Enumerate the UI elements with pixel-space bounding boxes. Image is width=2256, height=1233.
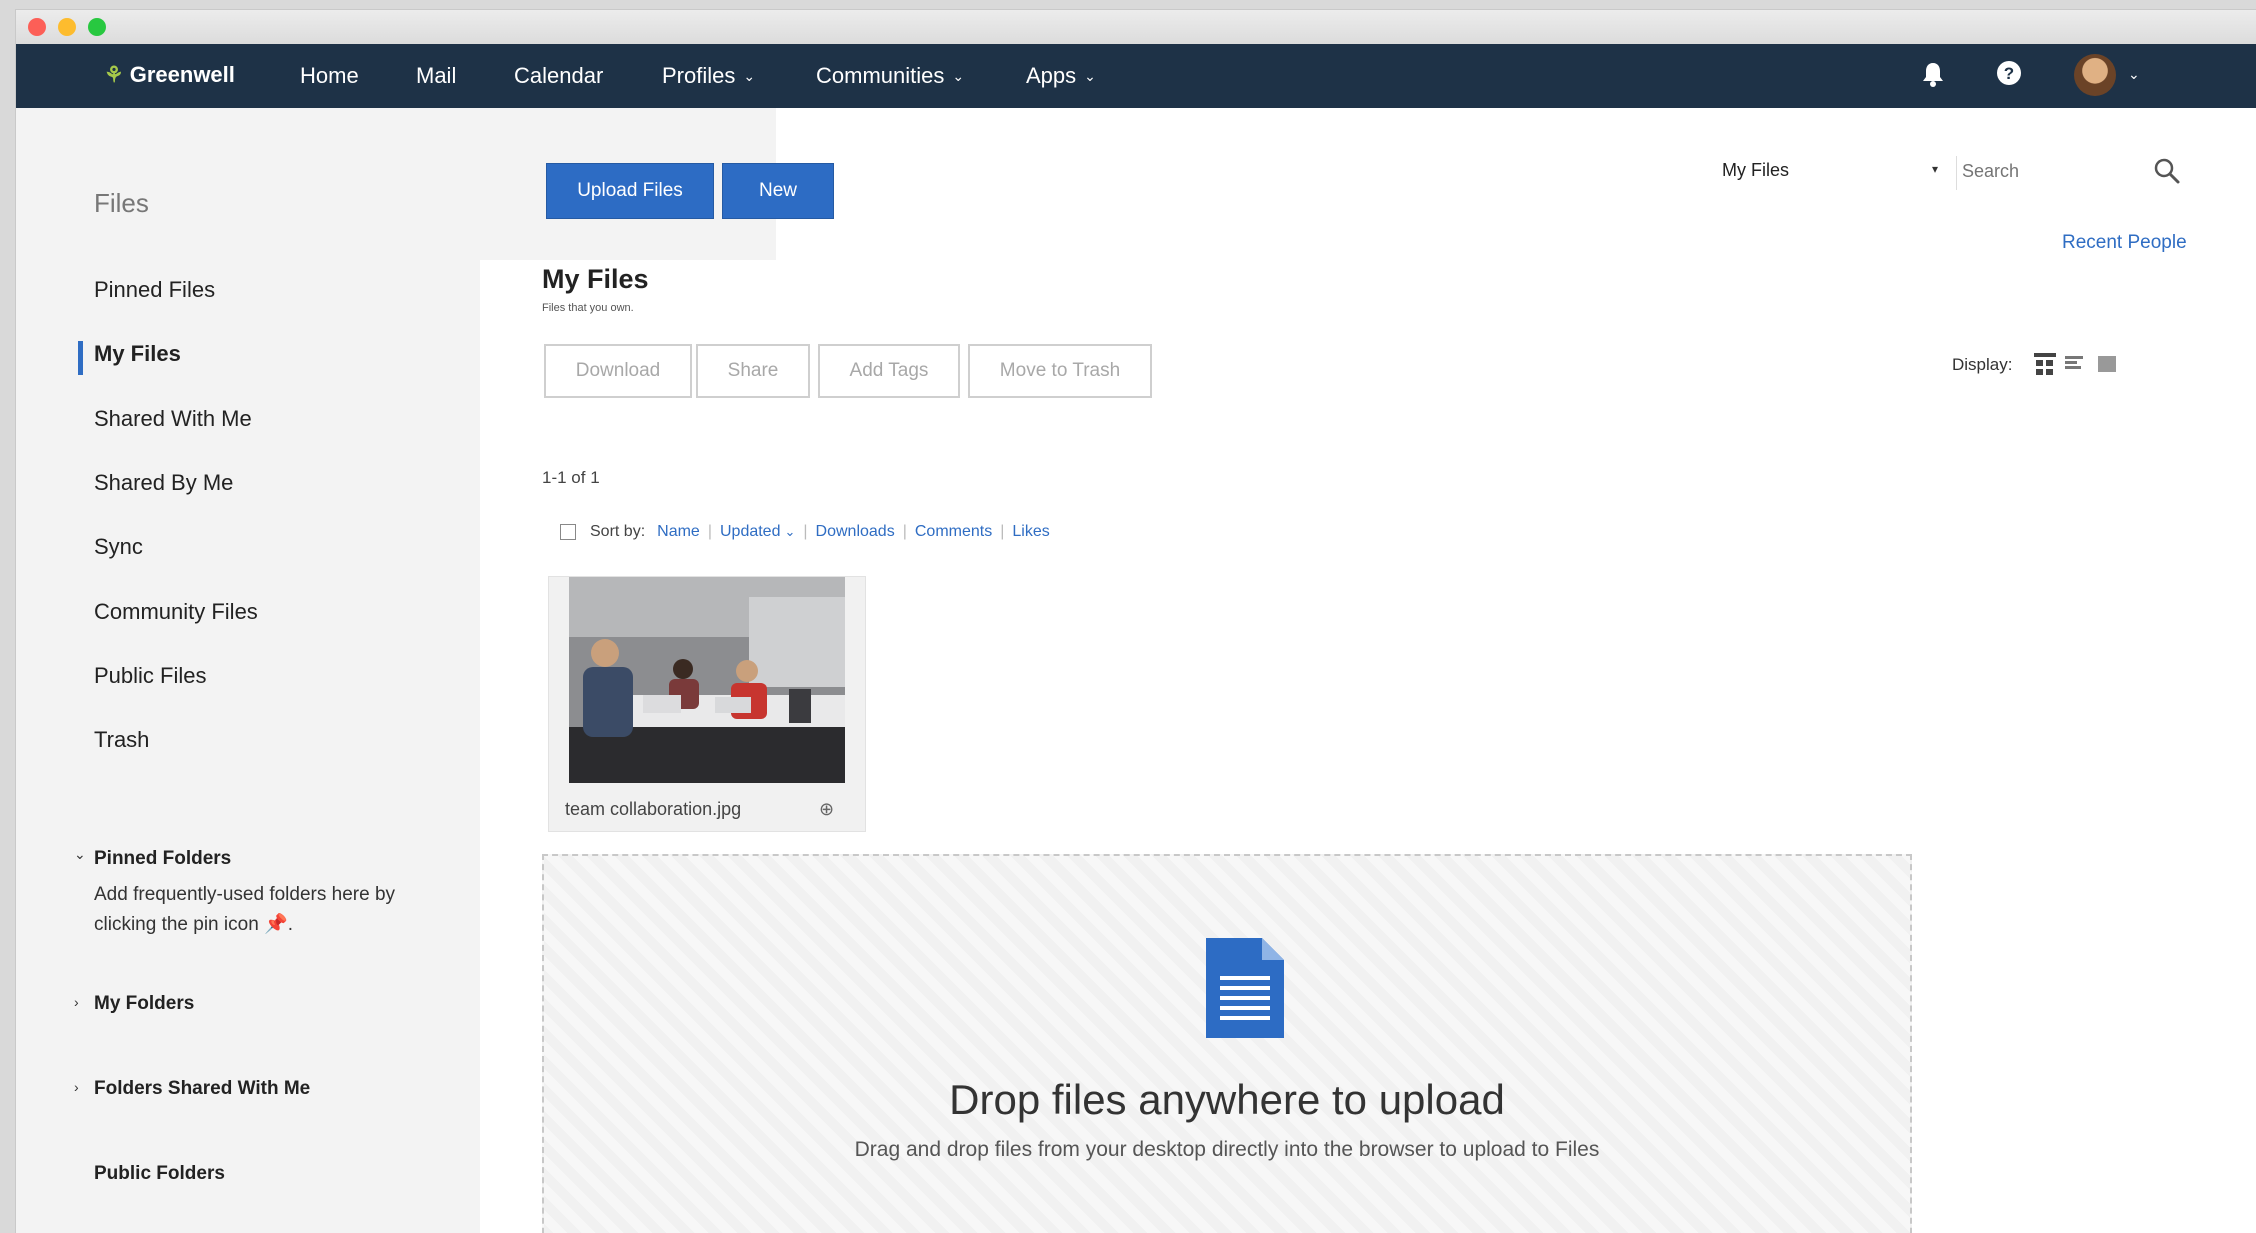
sidebar-item-community-files[interactable]: Community Files <box>94 599 258 625</box>
nav-item-home[interactable]: Home <box>300 63 359 89</box>
nav-item-label: Home <box>300 63 359 88</box>
chevron-right-icon[interactable]: › <box>74 1079 79 1095</box>
drop-zone-subtitle: Drag and drop files from your desktop di… <box>854 1138 1600 1161</box>
chevron-down-icon[interactable]: ⌄ <box>2128 66 2140 83</box>
svg-text:?: ? <box>2004 64 2014 83</box>
search-input[interactable] <box>1960 160 2134 183</box>
select-all-checkbox[interactable] <box>560 524 576 540</box>
result-count: 1-1 of 1 <box>542 468 600 487</box>
sort-separator: | <box>803 523 808 540</box>
pin-icon: 📌 <box>264 914 288 935</box>
sort-by-updated[interactable]: Updated <box>720 523 781 541</box>
list-view-icon[interactable] <box>2096 350 2118 381</box>
sort-bar: Sort by: Name | Updated ⌄ | Downloads | … <box>560 523 1050 541</box>
chevron-down-icon: ⌄ <box>743 68 756 84</box>
page-title: My Files <box>542 264 649 294</box>
sidebar-item-shared-by-me[interactable]: Shared By Me <box>94 470 233 496</box>
nav-item-apps[interactable]: Apps ⌄ <box>1026 63 1096 89</box>
file-tile[interactable]: team collaboration.jpg ⊕ <box>548 576 866 832</box>
active-indicator <box>78 341 83 375</box>
nav-item-label: Apps <box>1026 63 1077 88</box>
sidebar-item-pinned-files[interactable]: Pinned Files <box>94 277 215 303</box>
search-icon[interactable] <box>2152 156 2182 191</box>
display-label: Display: <box>1952 355 2013 374</box>
user-avatar[interactable] <box>2074 54 2116 96</box>
nav-item-label: Communities <box>816 63 945 88</box>
zoom-window-button[interactable] <box>88 18 106 36</box>
bell-icon[interactable] <box>1920 60 1946 95</box>
brand-name: Greenwell <box>129 62 235 87</box>
nav-item-label: Profiles <box>662 63 736 88</box>
sort-by-comments[interactable]: Comments <box>915 523 992 541</box>
file-name[interactable]: team collaboration.jpg <box>565 799 741 820</box>
file-thumbnail[interactable] <box>569 577 845 783</box>
sidebar-item-trash[interactable]: Trash <box>94 727 149 753</box>
page-subtitle: Files that you own. <box>542 302 634 314</box>
chevron-down-icon: ⌄ <box>1084 68 1096 84</box>
caret-down-icon[interactable]: ▾ <box>1932 162 1938 176</box>
sidebar-title: Files <box>94 188 149 218</box>
share-button[interactable]: Share <box>696 344 810 398</box>
minimize-window-button[interactable] <box>58 18 76 36</box>
public-folders-heading[interactable]: Public Folders <box>94 1163 225 1185</box>
chevron-right-icon[interactable]: › <box>74 994 79 1010</box>
note-text: clicking the pin icon <box>94 914 259 935</box>
drop-zone[interactable]: Drop files anywhere to upload Drag and d… <box>542 854 1912 1233</box>
nav-item-profiles[interactable]: Profiles ⌄ <box>662 63 755 89</box>
nav-item-label: Calendar <box>514 63 604 88</box>
window-titlebar <box>16 10 2256 45</box>
note-text: . <box>287 914 293 935</box>
search-scope-select[interactable]: My Files <box>1722 160 1789 181</box>
grid-view-icon[interactable] <box>2032 350 2058 381</box>
my-folders-heading[interactable]: My Folders <box>94 993 194 1015</box>
brand-logo[interactable]: ⚘ Greenwell <box>104 62 235 88</box>
note-text: Add frequently-used folders here by <box>94 884 396 905</box>
document-icon <box>1206 938 1284 1043</box>
search-divider <box>1956 156 1957 190</box>
leaf-logo-icon: ⚘ <box>104 62 124 87</box>
sidebar-item-public-files[interactable]: Public Files <box>94 663 206 689</box>
close-window-button[interactable] <box>28 18 46 36</box>
help-icon[interactable]: ? <box>1996 60 2022 93</box>
browser-window: ⚘ Greenwell Home Mail Calendar Profiles ⌄… <box>16 10 2256 1233</box>
nav-item-calendar[interactable]: Calendar <box>514 63 603 89</box>
drop-zone-title: Drop files anywhere to upload <box>949 1076 1505 1123</box>
sort-separator: | <box>1000 523 1005 540</box>
pinned-folders-heading[interactable]: Pinned Folders <box>94 848 231 870</box>
chevron-down-icon: ⌄ <box>952 68 965 84</box>
sort-label: Sort by: <box>590 523 646 540</box>
sort-by-likes[interactable]: Likes <box>1012 523 1049 541</box>
download-button[interactable]: Download <box>544 344 692 398</box>
sort-separator: | <box>902 523 907 540</box>
sidebar: Files Pinned Files My Files Shared With … <box>16 108 480 1233</box>
sort-by-name[interactable]: Name <box>657 523 700 541</box>
nav-item-mail[interactable]: Mail <box>416 63 456 89</box>
details-view-icon[interactable] <box>2064 350 2086 381</box>
sort-separator: | <box>707 523 712 540</box>
sort-by-downloads[interactable]: Downloads <box>816 523 895 541</box>
new-button[interactable]: New <box>722 163 834 219</box>
add-tags-button[interactable]: Add Tags <box>818 344 960 398</box>
folders-shared-heading[interactable]: Folders Shared With Me <box>94 1078 310 1100</box>
sidebar-item-shared-with-me[interactable]: Shared With Me <box>94 406 252 432</box>
sort-direction-icon[interactable]: ⌄ <box>784 524 795 540</box>
public-share-icon: ⊕ <box>819 799 835 819</box>
top-nav-bar: ⚘ Greenwell Home Mail Calendar Profiles ⌄… <box>16 44 2256 108</box>
move-to-trash-button[interactable]: Move to Trash <box>968 344 1152 398</box>
chevron-down-icon[interactable]: ⌄ <box>74 846 86 863</box>
nav-item-communities[interactable]: Communities ⌄ <box>816 63 964 89</box>
sidebar-item-my-files[interactable]: My Files <box>94 341 181 367</box>
recent-people-link[interactable]: Recent People <box>2062 232 2187 254</box>
pinned-folders-note: Add frequently-used folders here by clic… <box>94 880 434 940</box>
upload-files-button[interactable]: Upload Files <box>546 163 714 219</box>
sidebar-item-sync[interactable]: Sync <box>94 534 143 560</box>
nav-item-label: Mail <box>416 63 457 88</box>
